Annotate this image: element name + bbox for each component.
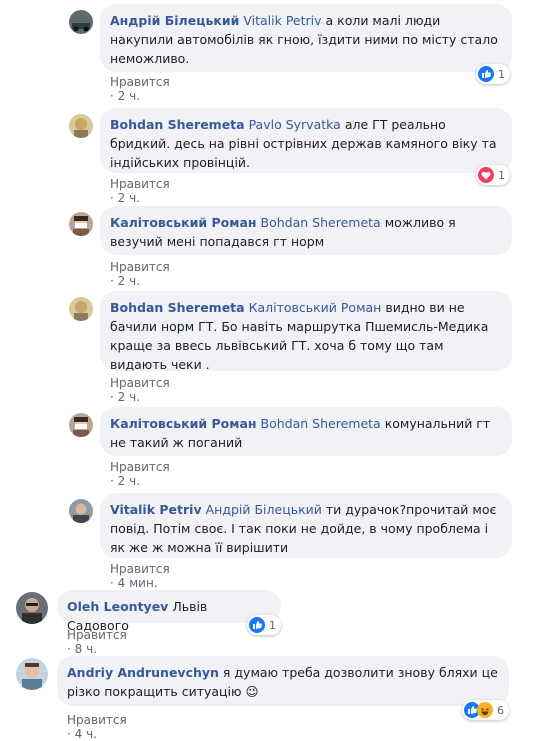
- like-icon: [249, 617, 265, 633]
- separator-dot: ·: [110, 474, 114, 488]
- avatar[interactable]: [69, 297, 93, 321]
- reaction-summary[interactable]: 1: [247, 615, 281, 635]
- comment-mention[interactable]: Vitalik Petriv: [243, 13, 321, 28]
- reaction-summary[interactable]: 1: [476, 64, 510, 84]
- avatar-image: [16, 592, 48, 624]
- comment-time[interactable]: 2 ч.: [118, 191, 140, 205]
- comment-meta: Нравится · 2 ч.: [110, 460, 170, 488]
- comment-mention[interactable]: Калітовський Роман: [249, 300, 382, 315]
- comment-bubble: Калітовський Роман Bohdan Sheremeta можл…: [100, 206, 512, 255]
- reaction-count: 1: [269, 618, 276, 632]
- comment-bubble: Калітовський Роман Bohdan Sheremeta кому…: [100, 407, 512, 456]
- comment-author[interactable]: Андрій Білецький: [110, 13, 239, 28]
- comment-author[interactable]: Oleh Leontyev: [67, 599, 168, 614]
- haha-icon: [477, 702, 493, 718]
- comment-time[interactable]: 2 ч.: [118, 390, 140, 404]
- avatar[interactable]: [69, 10, 93, 34]
- avatar[interactable]: [16, 592, 48, 624]
- comment-author[interactable]: Andriy Andrunevchyn: [67, 665, 219, 680]
- separator-dot: ·: [110, 191, 114, 205]
- comment-author[interactable]: Калітовський Роман: [110, 215, 257, 230]
- comment-mention[interactable]: Pavlo Syrvatka: [249, 117, 341, 132]
- avatar-image: [69, 297, 93, 321]
- comment-author[interactable]: Калітовський Роман: [110, 416, 257, 431]
- like-button[interactable]: Нравится: [67, 713, 127, 727]
- wink-emoji: 😉: [245, 684, 259, 699]
- comment-time[interactable]: 2 ч.: [118, 89, 140, 103]
- comment-time[interactable]: 4 мин.: [118, 576, 158, 590]
- comment-bubble: Andriy Andrunevchyn я думаю треба дозвол…: [57, 656, 509, 706]
- comment-mention[interactable]: Bohdan Sheremeta: [261, 215, 381, 230]
- avatar-image: [16, 658, 48, 690]
- avatar-image: [69, 10, 93, 34]
- avatar[interactable]: [69, 413, 93, 437]
- like-button[interactable]: Нравится: [110, 177, 170, 191]
- comment-meta: Нравится · 2 ч.: [110, 177, 170, 205]
- like-button[interactable]: Нравится: [110, 376, 170, 390]
- comment-bubble: Андрій Білецький Vitalik Petriv а коли м…: [100, 4, 512, 72]
- comment-meta: Нравится · 2 ч.: [110, 260, 170, 288]
- comment-mention[interactable]: Bohdan Sheremeta: [261, 416, 381, 431]
- comment-meta: Нравится · 4 мин.: [110, 562, 170, 590]
- like-button[interactable]: Нравится: [110, 460, 170, 474]
- separator-dot: ·: [110, 274, 114, 288]
- like-button[interactable]: Нравится: [110, 75, 170, 89]
- like-button[interactable]: Нравится: [110, 260, 170, 274]
- reaction-summary[interactable]: 1: [476, 165, 510, 185]
- comment-time[interactable]: 2 ч.: [118, 274, 140, 288]
- love-icon: [478, 167, 494, 183]
- comment-bubble: Bohdan Sheremeta Pavlo Syrvatka але ГТ р…: [100, 108, 512, 173]
- avatar-image: [69, 413, 93, 437]
- comment-meta: Нравится · 8 ч.: [67, 628, 127, 656]
- comment-meta: Нравится · 2 ч.: [110, 376, 170, 404]
- separator-dot: ·: [110, 89, 114, 103]
- comment-author[interactable]: Vitalik Petriv: [110, 502, 202, 517]
- avatar[interactable]: [69, 212, 93, 236]
- avatar-image: [69, 499, 93, 523]
- reaction-count: 6: [497, 703, 504, 717]
- separator-dot: ·: [67, 642, 71, 656]
- comment-time[interactable]: 2 ч.: [118, 474, 140, 488]
- like-button[interactable]: Нравится: [110, 562, 170, 576]
- avatar-image: [69, 114, 93, 138]
- comment-author[interactable]: Bohdan Sheremeta: [110, 300, 245, 315]
- comment-author[interactable]: Bohdan Sheremeta: [110, 117, 245, 132]
- reaction-count: 1: [498, 168, 505, 182]
- avatar[interactable]: [69, 499, 93, 523]
- comment-bubble: Oleh Leontyev Львів Садового: [57, 590, 281, 633]
- reaction-summary[interactable]: 6: [462, 700, 509, 720]
- comment-bubble: Vitalik Petriv Андрій Білецький ти дурач…: [100, 493, 512, 558]
- avatar[interactable]: [69, 114, 93, 138]
- separator-dot: ·: [110, 576, 114, 590]
- comment-meta: Нравится · 4 ч.: [67, 713, 127, 741]
- avatar-image: [69, 212, 93, 236]
- comment-bubble: Bohdan Sheremeta Калітовський Роман видн…: [100, 291, 512, 372]
- separator-dot: ·: [110, 390, 114, 404]
- reaction-count: 1: [498, 67, 505, 81]
- comment-time[interactable]: 8 ч.: [75, 642, 97, 656]
- comment-mention[interactable]: Андрій Білецький: [206, 502, 322, 517]
- comment-meta: Нравится · 2 ч.: [110, 75, 170, 103]
- like-button[interactable]: Нравится: [67, 628, 127, 642]
- avatar[interactable]: [16, 658, 48, 690]
- like-icon: [478, 66, 494, 82]
